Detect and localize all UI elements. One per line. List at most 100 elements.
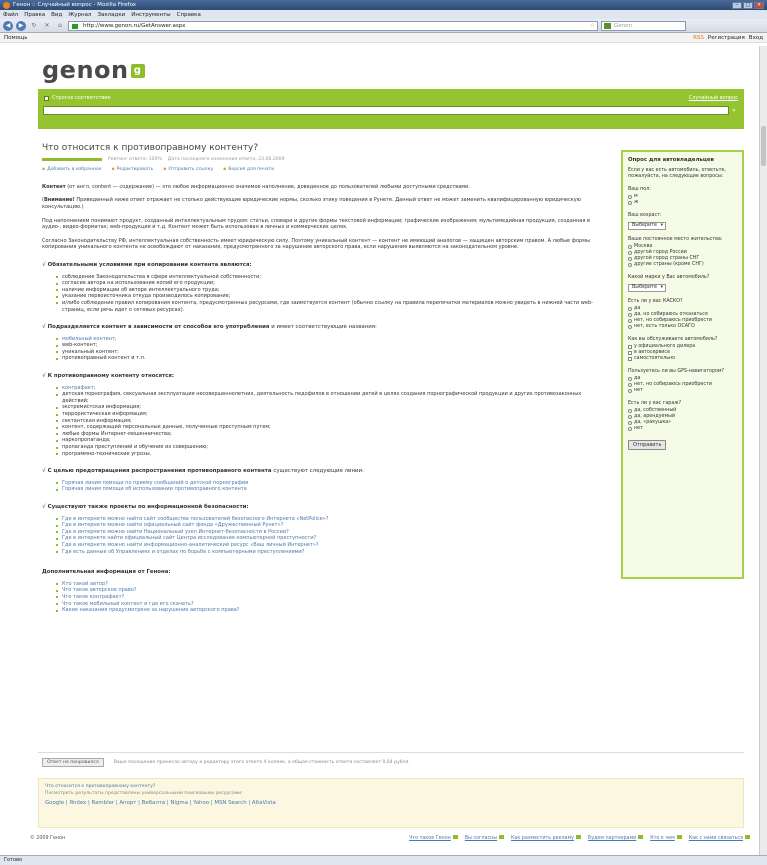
checkbox-icon — [44, 95, 49, 101]
list-item[interactable]: Где в интернете можно найти информационн… — [56, 542, 602, 549]
add-favorite-link[interactable]: Добавить в избранное — [42, 167, 101, 174]
copyright: © 2009 Генон — [30, 835, 66, 841]
answer-rating: Рейтинг ответа: 100% Дата последнего изм… — [42, 157, 602, 164]
intro-paragraph: Контент (от англ. content — содержание) … — [42, 184, 602, 191]
intro-text: (от англ. content — содержание) — это лю… — [67, 183, 470, 190]
list-item[interactable]: Где в интернете можно найти официальный … — [56, 522, 602, 529]
search-engine-links[interactable]: Google | Яndex | Rambler | Апорт | Вебал… — [45, 800, 737, 807]
list-item[interactable]: Что такое контрафакт? — [56, 594, 602, 601]
radio-icon — [628, 257, 632, 261]
rss-link[interactable]: RSS — [693, 35, 704, 41]
help-link[interactable]: Помощь — [4, 35, 27, 41]
radio-icon — [628, 201, 632, 205]
list-item[interactable]: Что такое мобильный контент и где его ск… — [56, 601, 602, 608]
list-item: любые формы Интернет-мошенничества; — [56, 431, 602, 438]
forward-button[interactable]: ▶ — [16, 20, 26, 31]
site-top-bar: Помощь RSS Регистрация Вход — [0, 33, 767, 43]
kasko-option[interactable]: нет, есть только ОСАГО — [628, 324, 737, 330]
search-panel: Строгое соответствие Случайный вопрос » — [38, 89, 744, 129]
footer-link[interactable]: Как разместить рекламу — [511, 835, 581, 841]
radio-icon — [628, 195, 632, 199]
list-item: программно-технические угрозы. — [56, 451, 602, 458]
search-go-icon[interactable]: » — [730, 106, 738, 115]
menu-help[interactable]: Справка — [177, 12, 201, 18]
window-title: Генон :: Случайный вопрос - Mozilla Fire… — [13, 2, 137, 8]
radio-icon — [628, 245, 632, 249]
print-link[interactable]: Версия для печати — [223, 167, 274, 174]
send-link[interactable]: Отправить ссылку — [163, 167, 213, 174]
list-item[interactable]: Горячая линия помощи по приему сообщений… — [56, 480, 602, 487]
checkbox-icon — [628, 357, 632, 361]
content-paragraph: Под наполнением понимают продукт, создан… — [42, 217, 590, 231]
footer-link[interactable]: Как с нами связаться — [689, 835, 750, 841]
menu-edit[interactable]: Правка — [24, 12, 45, 18]
footer-link[interactable]: Что такое Генон — [409, 835, 458, 841]
url-text: http://www.genon.ru/GetAnswer.aspx — [83, 22, 186, 29]
content-types-list: мобильный контент; web-контент; уникальн… — [56, 336, 602, 362]
list-item: web-контент; — [56, 342, 602, 349]
radio-icon — [628, 325, 632, 329]
list-item[interactable]: Где есть данные об Управлениях и отделах… — [56, 549, 602, 556]
section-security-projects: √ Существуют также проекты по информацион… — [42, 503, 249, 510]
minimize-button[interactable]: – — [732, 1, 742, 9]
bookmark-star-icon[interactable]: ☆ — [590, 22, 595, 30]
close-button[interactable]: × — [754, 1, 764, 9]
menu-history[interactable]: Журнал — [68, 12, 91, 18]
engines-caption: Посмотреть результаты представлены униве… — [45, 790, 243, 796]
warning-text: Приведенный ниже ответ отражает не столь… — [42, 197, 581, 210]
list-item[interactable]: Где в интернете найти официальный сайт Ц… — [56, 535, 602, 542]
option-label: другие страны (кроме СНГ) — [634, 262, 704, 267]
warning-label: Внимание! — [43, 197, 75, 204]
scrollbar-thumb[interactable] — [761, 126, 766, 166]
menu-bookmarks[interactable]: Закладки — [97, 12, 125, 18]
stop-icon[interactable]: ✕ — [42, 21, 52, 31]
list-item[interactable]: Что такое авторское право? — [56, 587, 602, 594]
section-illegal-content: √ К противоправному контенту относятся: — [42, 373, 175, 380]
city-option[interactable]: другие страны (кроме СНГ) — [628, 262, 737, 268]
site-logo[interactable]: genon g — [42, 56, 145, 84]
section-heading: Обязательными условиями при копировании … — [47, 261, 252, 268]
dislike-answer-button[interactable]: Ответ не понравился — [42, 758, 104, 767]
vertical-scrollbar[interactable] — [759, 46, 767, 855]
garage-option[interactable]: нет — [628, 426, 737, 432]
poll-intro: Если у вас есть автомобиль, ответьте, по… — [628, 168, 726, 179]
back-button[interactable]: ◀ — [3, 20, 13, 31]
login-link[interactable]: Вход — [749, 35, 763, 41]
question-title: Что относится к противоправному контенту… — [42, 143, 259, 153]
footer-link[interactable]: Кто к чем — [650, 835, 682, 841]
register-link[interactable]: Регистрация — [708, 35, 745, 41]
maximize-button[interactable]: □ — [743, 1, 753, 9]
checkbox-icon — [628, 345, 632, 349]
address-bar[interactable]: http://www.genon.ru/GetAnswer.aspx ☆ — [68, 20, 598, 31]
site-search-input[interactable] — [43, 106, 729, 115]
service-option[interactable]: самостоятельно — [628, 356, 737, 362]
radio-icon — [628, 421, 632, 425]
list-item: наркопропаганда; — [56, 437, 602, 444]
strict-match-checkbox[interactable]: Строгое соответствие — [44, 95, 111, 101]
list-item: наличие информации об авторе интеллектуа… — [56, 287, 602, 294]
random-question-link[interactable]: Случайный вопрос — [689, 95, 738, 101]
list-item: контент, содержащий персональные данные,… — [56, 424, 602, 431]
gps-option[interactable]: нет — [628, 388, 737, 394]
list-item: пропаганда преступлений и обучение их со… — [56, 444, 602, 451]
gender-option[interactable]: ж — [628, 200, 737, 206]
menu-tools[interactable]: Инструменты — [131, 12, 170, 18]
age-select[interactable]: Выберите — [628, 222, 666, 230]
footer-link[interactable]: Будем партнерами — [588, 835, 643, 841]
footer-link[interactable]: Вы согласны — [465, 835, 504, 841]
reload-icon[interactable]: ↻ — [29, 21, 39, 31]
list-item[interactable]: Горячая линия помощи об использовании пр… — [56, 486, 602, 493]
updated-date: Дата последнего изменения ответа: 23.06.… — [167, 156, 285, 162]
edit-link[interactable]: Редактировать — [112, 167, 154, 174]
search-box[interactable]: Genon — [601, 20, 686, 31]
law-paragraph: Согласно Законодательству РФ, интеллекту… — [42, 237, 590, 251]
list-item[interactable]: Какие наказания предусмотрено за нарушен… — [56, 607, 602, 614]
home-icon[interactable]: ⌂ — [55, 21, 65, 31]
list-item[interactable]: мобильный контент; — [56, 336, 602, 343]
list-item[interactable]: Кто такой автор? — [56, 581, 602, 588]
menu-file[interactable]: Файл — [3, 12, 18, 18]
brand-select[interactable]: Выберите — [628, 284, 666, 292]
menu-view[interactable]: Вид — [51, 12, 62, 18]
poll-submit-button[interactable]: Отправить — [628, 440, 667, 450]
browser-window: Генон :: Случайный вопрос - Mozilla Fire… — [0, 0, 767, 865]
